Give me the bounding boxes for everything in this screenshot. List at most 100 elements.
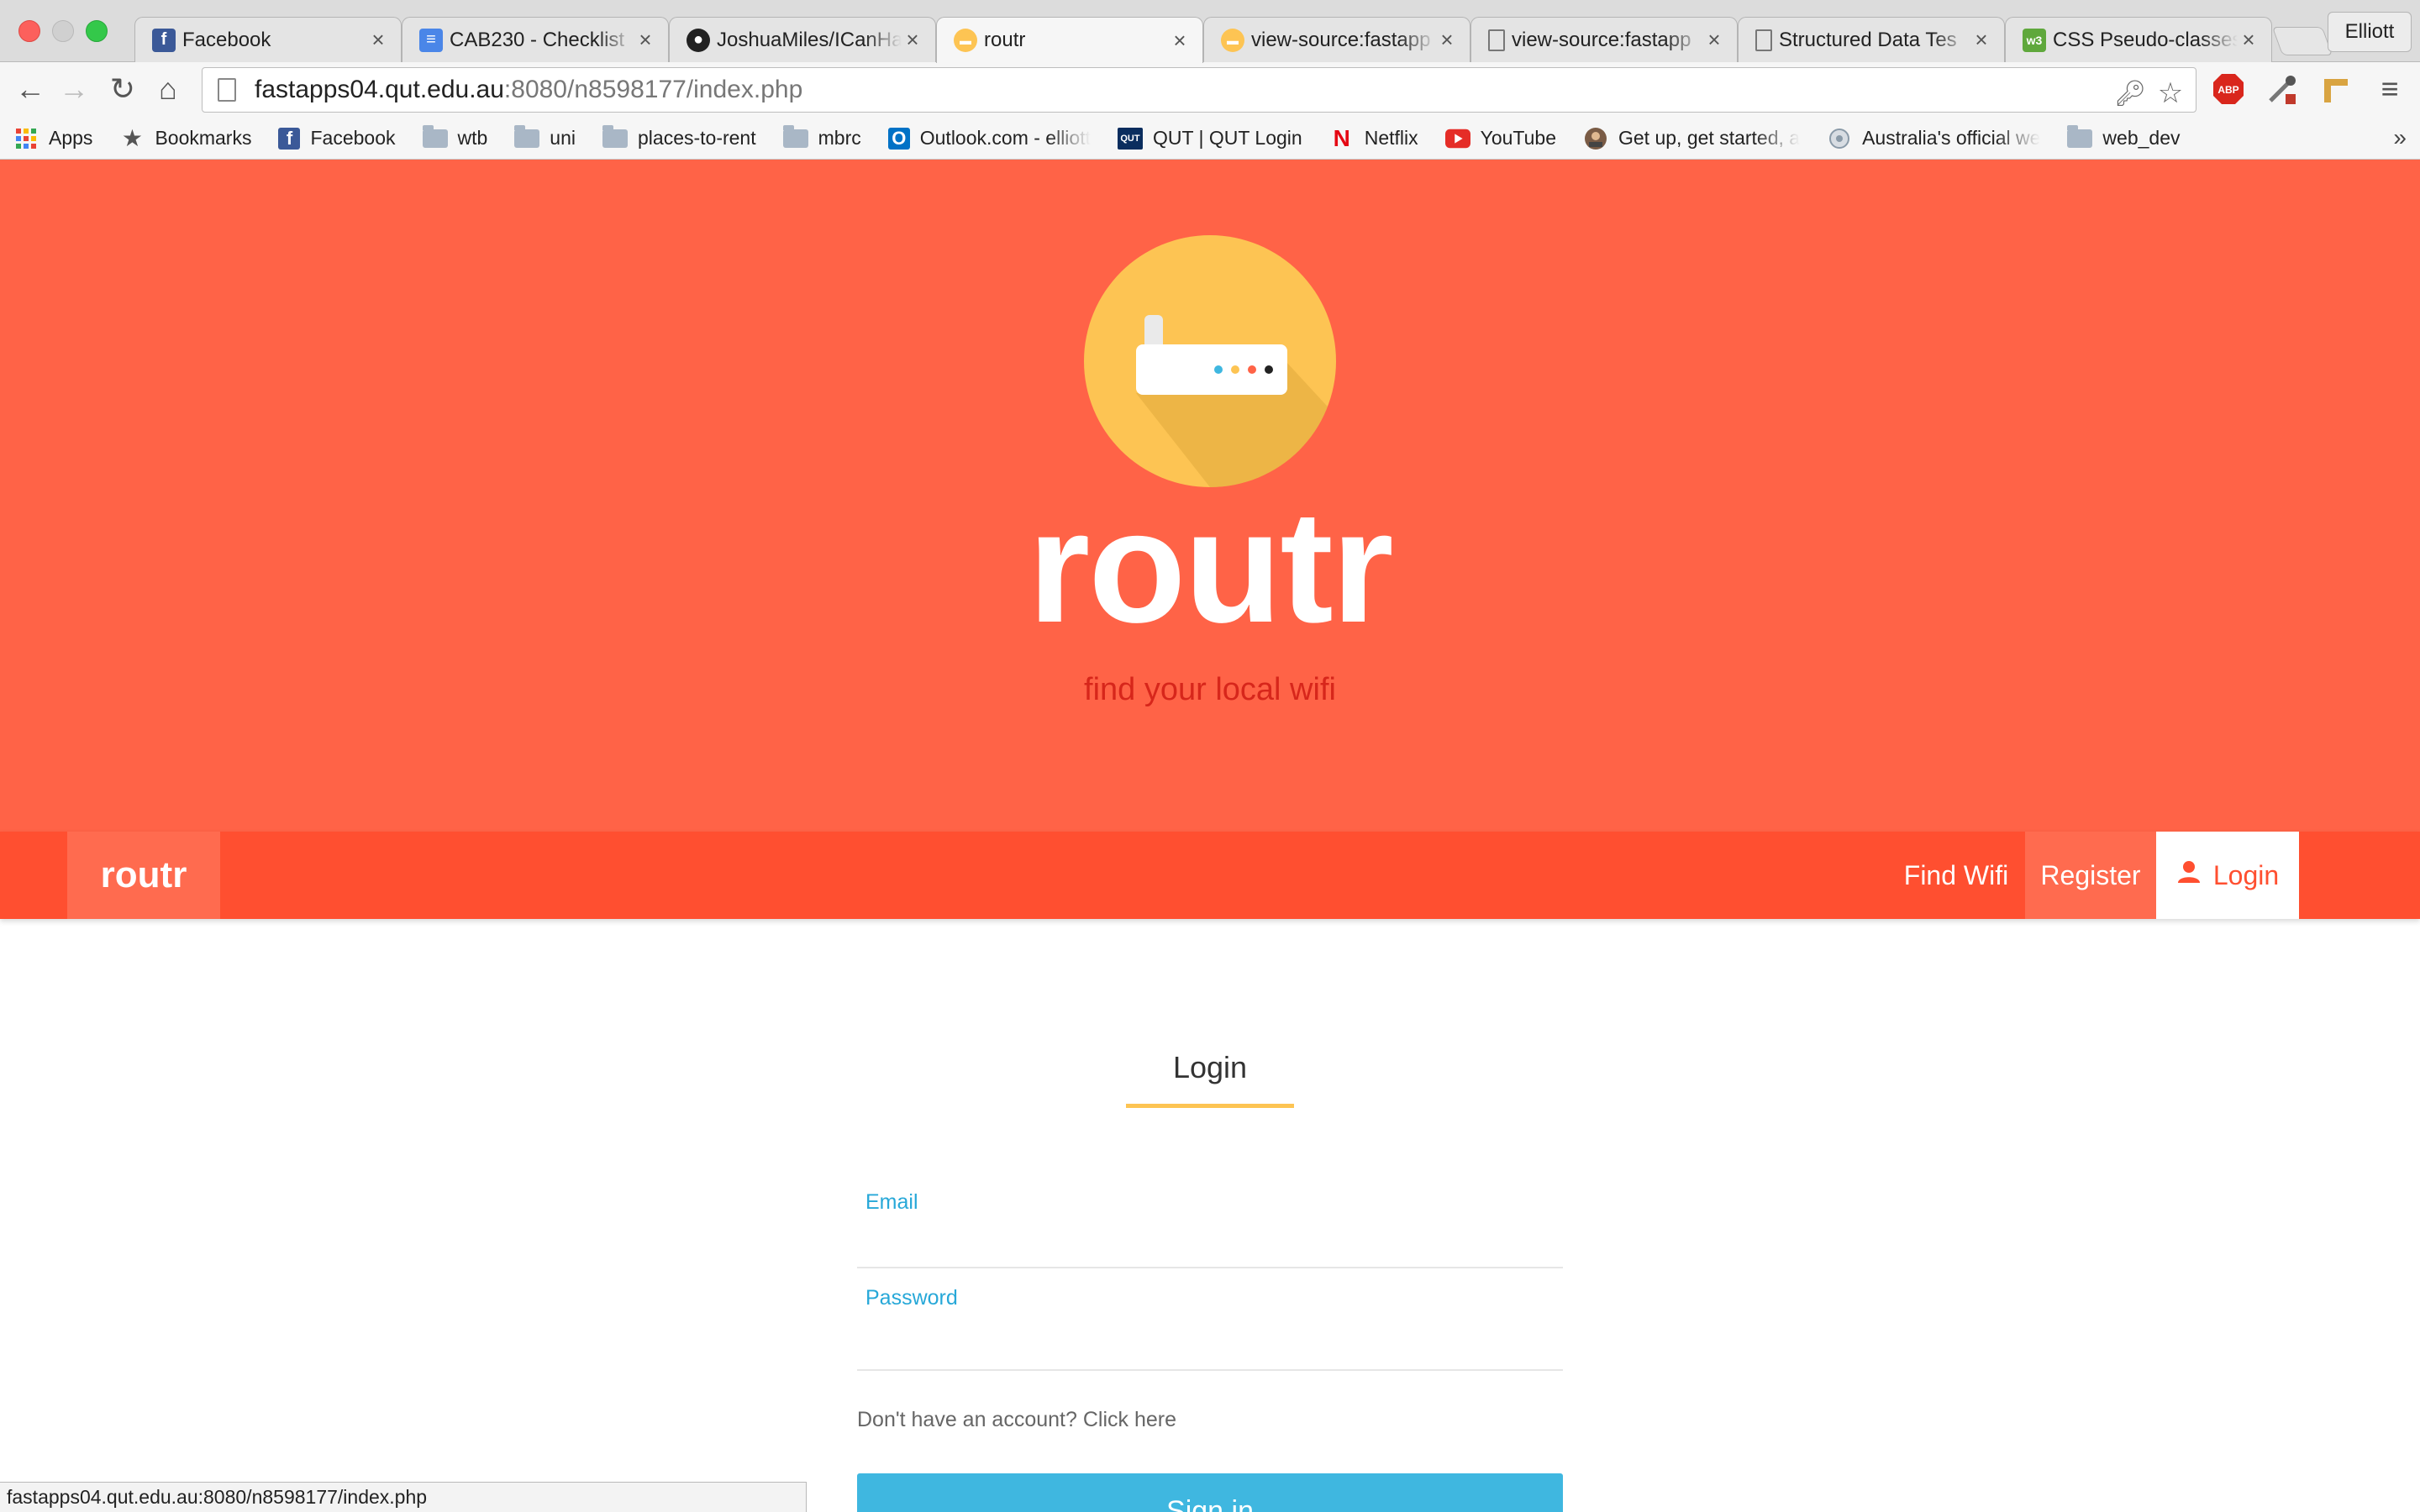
- email-field[interactable]: [857, 1220, 1563, 1263]
- svg-text:ABP: ABP: [2217, 84, 2238, 96]
- close-window-button[interactable]: [18, 20, 40, 42]
- home-icon[interactable]: ⌂: [150, 71, 187, 108]
- folder-icon: [2067, 124, 2093, 148]
- bookmark-label: Get up, get started, a: [1618, 127, 1801, 149]
- bookmark-label: wtb: [457, 127, 488, 149]
- folder-icon: [514, 124, 540, 148]
- bookmark-folder-mbrc[interactable]: mbrc: [782, 124, 861, 150]
- bookmark-outlook[interactable]: O Outlook.com - elliott: [887, 127, 1091, 150]
- routr-icon: ▬: [1221, 28, 1244, 52]
- menu-hamburger-icon[interactable]: ≡: [2371, 71, 2408, 108]
- close-tab-icon[interactable]: ×: [367, 27, 389, 53]
- bookmark-apps[interactable]: Apps: [13, 127, 92, 150]
- w3-icon: w3: [2023, 28, 2046, 52]
- close-tab-icon[interactable]: ×: [1169, 28, 1191, 54]
- profile-button[interactable]: Elliott: [2328, 12, 2412, 52]
- close-tab-icon[interactable]: ×: [1703, 27, 1725, 53]
- new-tab-button[interactable]: [2271, 27, 2333, 55]
- url-host: fastapps04.qut.edu.au: [255, 76, 504, 103]
- star-icon: ★: [121, 125, 143, 151]
- outlook-icon: O: [887, 127, 910, 150]
- bookmark-qut[interactable]: QUT QUT | QUT Login: [1118, 127, 1302, 150]
- key-icon[interactable]: 🔑︎: [2112, 75, 2149, 112]
- tab-strip: f Facebook × ≡ CAB230 - Checklist × ● Jo…: [0, 0, 2420, 63]
- bookmark-folder-uni[interactable]: uni: [514, 124, 576, 150]
- hero-tagline: find your local wifi: [1084, 672, 1336, 707]
- maximize-window-button[interactable]: [86, 20, 108, 42]
- youtube-icon: [1444, 128, 1470, 150]
- facebook-icon: f: [278, 127, 301, 150]
- password-field[interactable]: [857, 1319, 1563, 1362]
- adblock-icon[interactable]: ABP: [2210, 71, 2247, 108]
- tab-title: view-source:fastapp: [1251, 28, 1431, 51]
- sign-in-button[interactable]: Sign in: [857, 1473, 1563, 1512]
- close-tab-icon[interactable]: ×: [2238, 27, 2260, 53]
- tab-cab230[interactable]: ≡ CAB230 - Checklist ×: [402, 17, 669, 62]
- bookmark-folder-wtb[interactable]: wtb: [422, 124, 488, 150]
- globe-icon: [1827, 128, 1852, 150]
- bookmark-get-up[interactable]: Get up, get started, a: [1583, 127, 1800, 150]
- tab-title: view-source:fastapp: [1512, 28, 1691, 51]
- close-tab-icon[interactable]: ×: [902, 27, 923, 53]
- netflix-icon: N: [1333, 124, 1350, 151]
- heading-underline: [1126, 1104, 1294, 1108]
- browser-toolbar: ← → ↻ ⌂ fastapps04.qut.edu.au:8080/n8598…: [0, 62, 2420, 118]
- tab-title: routr: [984, 29, 1026, 51]
- bookmark-youtube[interactable]: YouTube: [1444, 127, 1556, 150]
- bookmark-netflix[interactable]: N Netflix: [1329, 124, 1418, 151]
- folder-icon: [782, 124, 808, 148]
- bookmark-australia[interactable]: Australia's official we: [1827, 127, 2040, 150]
- bookmark-folder-places-to-rent[interactable]: places-to-rent: [602, 124, 756, 150]
- close-tab-icon[interactable]: ×: [634, 27, 656, 53]
- page-info-icon[interactable]: [218, 78, 236, 102]
- close-tab-icon[interactable]: ×: [1436, 27, 1458, 53]
- bookmark-folder-web-dev[interactable]: web_dev: [2067, 124, 2181, 150]
- close-tab-icon[interactable]: ×: [1970, 27, 1992, 53]
- browser-chrome: f Facebook × ≡ CAB230 - Checklist × ● Jo…: [0, 0, 2420, 160]
- bookmark-label: Outlook.com - elliott: [919, 127, 1091, 149]
- chevron-right-double-icon[interactable]: »: [2393, 124, 2407, 151]
- tab-view-source-2[interactable]: view-source:fastapp ×: [1470, 17, 1738, 62]
- tab-title: CAB230 - Checklist: [450, 28, 625, 51]
- bookmark-label: mbrc: [818, 127, 861, 149]
- bookmark-facebook[interactable]: f Facebook: [278, 127, 396, 150]
- email-underline: [857, 1267, 1563, 1268]
- tab-title: Facebook: [182, 28, 271, 51]
- site-navbar: routr Find Wifi Register Login: [0, 832, 2420, 919]
- url-path: :8080/n8598177/index.php: [503, 76, 803, 103]
- tab-title: Structured Data Tes: [1779, 28, 1957, 51]
- bookmark-label: uni: [550, 127, 576, 149]
- google-docs-icon: ≡: [419, 28, 443, 52]
- nav-register[interactable]: Register: [2025, 832, 2156, 919]
- tab-structured-data[interactable]: Structured Data Tes ×: [1738, 17, 2005, 62]
- bookmark-label: YouTube: [1480, 127, 1556, 149]
- hero-title: routr: [1028, 478, 1393, 656]
- eyedropper-icon[interactable]: [2264, 71, 2301, 108]
- routr-icon: ▬: [954, 29, 977, 52]
- folder-icon: [422, 124, 448, 148]
- email-label: Email: [865, 1190, 918, 1214]
- tab-title: JoshuaMiles/ICanHa: [717, 28, 902, 51]
- bookmark-star-icon[interactable]: ☆: [2152, 75, 2189, 112]
- reload-icon[interactable]: ↻: [104, 71, 141, 108]
- tab-github[interactable]: ● JoshuaMiles/ICanHa ×: [669, 17, 936, 62]
- minimize-window-button[interactable]: [52, 20, 74, 42]
- back-arrow-icon[interactable]: ←: [12, 71, 49, 108]
- tab-view-source-1[interactable]: ▬ view-source:fastapp ×: [1203, 17, 1470, 62]
- navbar-brand[interactable]: routr: [67, 832, 220, 919]
- tab-css-pseudo[interactable]: w3 CSS Pseudo-classes ×: [2005, 17, 2272, 62]
- tab-routr[interactable]: ▬ routr ×: [936, 17, 1203, 63]
- bookmark-label: Facebook: [310, 127, 396, 149]
- forward-arrow-icon[interactable]: →: [55, 71, 92, 108]
- register-link[interactable]: Don't have an account? Click here: [857, 1408, 1176, 1432]
- nav-login-label: Login: [2212, 859, 2280, 890]
- bookmark-label: Bookmarks: [155, 127, 252, 149]
- bookmark-bookmarks[interactable]: ★ Bookmarks: [119, 125, 252, 151]
- ruler-icon[interactable]: [2317, 71, 2354, 108]
- facebook-icon: f: [152, 28, 176, 52]
- nav-login[interactable]: Login: [2156, 832, 2299, 919]
- tab-facebook[interactable]: f Facebook ×: [134, 17, 402, 62]
- nav-find-wifi[interactable]: Find Wifi: [1889, 832, 2023, 919]
- qut-icon: QUT: [1118, 127, 1143, 150]
- address-bar[interactable]: fastapps04.qut.edu.au:8080/n8598177/inde…: [202, 67, 2196, 113]
